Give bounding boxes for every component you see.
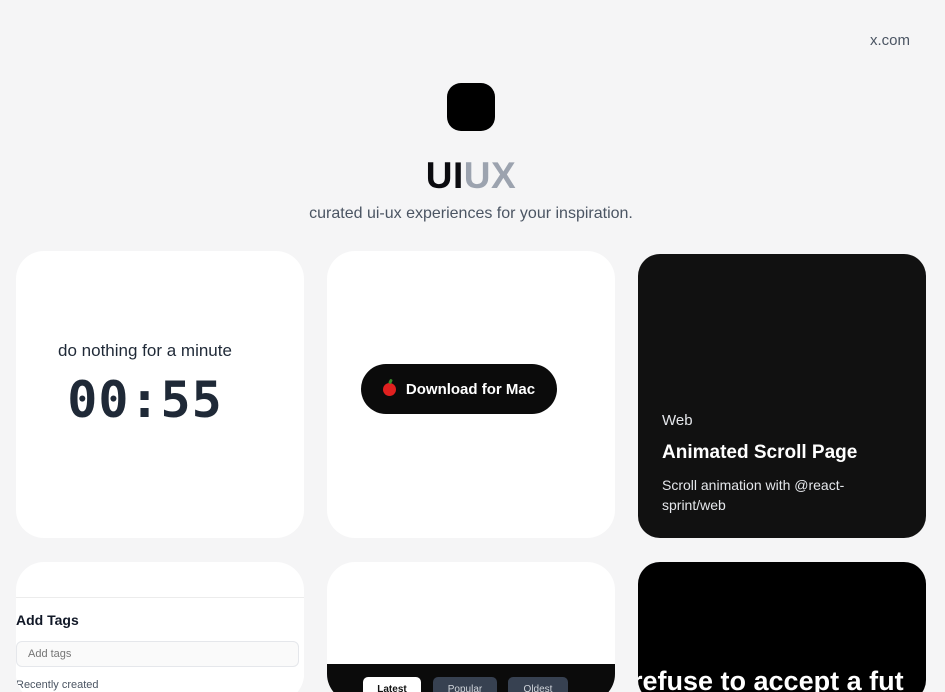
- tags-title: Add Tags: [16, 612, 79, 628]
- download-mac-button[interactable]: Download for Mac: [361, 364, 557, 414]
- card-download[interactable]: Download for Mac: [327, 251, 615, 538]
- tab-popular[interactable]: Popular: [433, 677, 497, 692]
- card-category: Web: [662, 412, 693, 429]
- app-logo: [447, 83, 495, 131]
- tab-latest[interactable]: Latest: [363, 677, 421, 692]
- download-button-label: Download for Mac: [405, 380, 536, 398]
- tags-input[interactable]: [16, 641, 299, 667]
- apple-icon: [382, 382, 396, 396]
- page-title: UIUX: [0, 154, 942, 198]
- timer-label: do nothing for a minute: [58, 341, 232, 360]
- tags-panel: Add Tags Recently created: [16, 597, 304, 692]
- title-ux: UX: [463, 155, 517, 196]
- page-subtitle: curated ui-ux experiences for your inspi…: [309, 205, 633, 222]
- title-ui: UI: [425, 155, 464, 196]
- card-marquee[interactable]: refuse to accept a fut: [638, 562, 926, 692]
- marquee-text: refuse to accept a fut: [638, 666, 904, 692]
- card-tabs[interactable]: Latest Popular Oldest: [327, 562, 615, 692]
- recently-created-label: Recently created: [16, 679, 99, 691]
- card-title: Animated Scroll Page: [662, 442, 858, 463]
- timer-display: 00:55: [67, 371, 223, 429]
- card-add-tags[interactable]: Add Tags Recently created: [16, 562, 304, 692]
- card-description: Scroll animation with @react-sprint/web: [662, 477, 845, 513]
- card-timer[interactable]: do nothing for a minute 00:55: [16, 251, 304, 538]
- card-animated-scroll[interactable]: Web Animated Scroll Page Scroll animatio…: [638, 254, 926, 538]
- tab-oldest[interactable]: Oldest: [508, 677, 568, 692]
- x-link[interactable]: x.com: [870, 32, 910, 49]
